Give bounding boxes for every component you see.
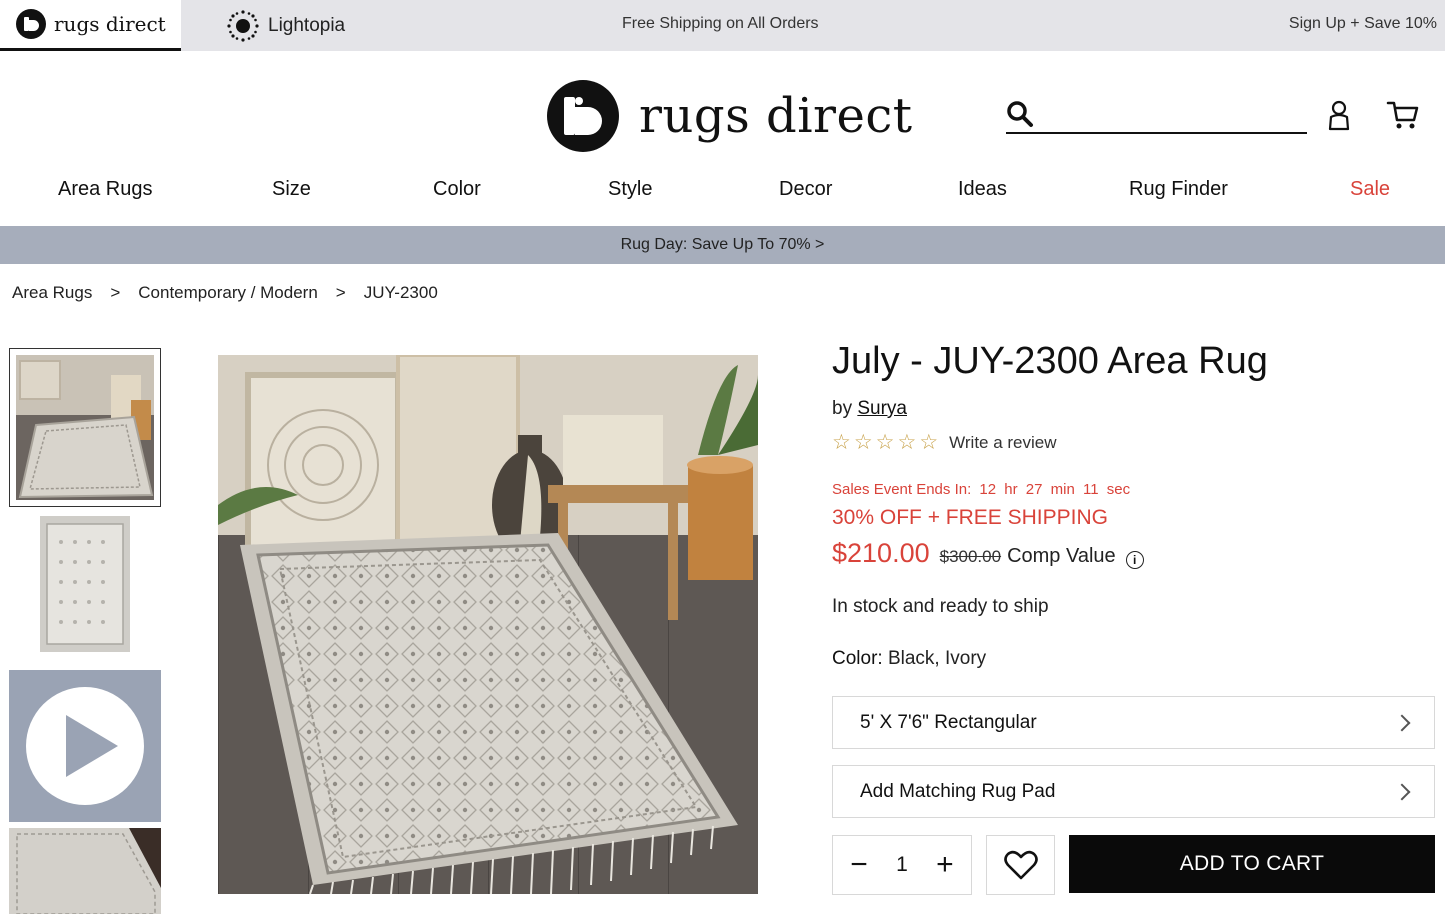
thumbnail-room-scene[interactable]: [9, 348, 161, 507]
offer-text: 30% OFF + FREE SHIPPING: [832, 506, 1108, 529]
product-title: July - JUY-2300 Area Rug: [832, 340, 1268, 382]
countdown-sec-label: sec: [1106, 481, 1131, 498]
tab-rugs-direct[interactable]: rugs direct: [0, 0, 181, 51]
countdown-min-label: min: [1050, 481, 1075, 498]
sale-price: $210.00: [832, 538, 930, 568]
thumbnail-rug-image: [9, 512, 161, 658]
search-input[interactable]: [1034, 98, 1307, 130]
star-empty-icon[interactable]: ☆: [876, 432, 895, 453]
account-button[interactable]: [1323, 96, 1355, 134]
comp-value-label: Comp Value: [1007, 545, 1116, 567]
color-value: Black, Ivory: [887, 648, 987, 669]
rug-pad-option-label: Add Matching Rug Pad: [860, 780, 1056, 802]
thumbnail-detail-image: [9, 828, 161, 914]
star-empty-icon[interactable]: ☆: [897, 432, 916, 453]
free-shipping-notice: Free Shipping on All Orders: [622, 15, 819, 32]
chevron-right-icon: [1393, 714, 1411, 731]
countdown-hours: 12: [979, 481, 997, 498]
thumbnail-video[interactable]: [9, 670, 161, 822]
countdown-minutes: 27: [1025, 481, 1043, 498]
star-empty-icon[interactable]: ☆: [919, 432, 938, 453]
sale-countdown: Sales Event Ends In: 12 hr 27 min 11 sec: [832, 481, 1130, 498]
tab-label: Lightopia: [268, 14, 346, 36]
breadcrumb-separator: >: [335, 283, 346, 302]
nav-sale[interactable]: Sale: [1350, 178, 1390, 201]
tab-lightopia[interactable]: Lightopia: [226, 0, 345, 51]
stock-status: In stock and ready to ship: [832, 596, 1049, 617]
user-icon: [1328, 100, 1350, 131]
cart-icon: [1386, 101, 1419, 129]
chevron-right-icon: [1393, 783, 1411, 800]
rugs-direct-logo-icon: [16, 9, 46, 39]
size-option-label: 5' X 7'6" Rectangular: [860, 711, 1037, 733]
breadcrumb: Area Rugs > Contemporary / Modern > JUY-…: [12, 283, 438, 303]
comp-price: $300.00: [939, 547, 1002, 566]
rug-pad-selector[interactable]: Add Matching Rug Pad: [832, 765, 1435, 818]
tab-label: rugs direct: [54, 12, 166, 36]
nav-rug-finder[interactable]: Rug Finder: [1129, 178, 1228, 201]
breadcrumb-separator: >: [110, 283, 121, 302]
cart-button[interactable]: [1385, 96, 1421, 134]
color-label: Color:: [832, 648, 883, 669]
brand-line: by Surya: [832, 398, 907, 420]
logo-text: rugs direct: [639, 88, 913, 144]
increase-quantity-button[interactable]: +: [930, 850, 960, 880]
nav-ideas[interactable]: Ideas: [958, 178, 1007, 201]
nav-size[interactable]: Size: [272, 178, 311, 201]
brand-link[interactable]: Surya: [857, 398, 907, 419]
breadcrumb-contemporary[interactable]: Contemporary / Modern: [138, 283, 318, 303]
sale-ends-label: Sales Event Ends In:: [832, 481, 972, 498]
price-row: $210.00 $300.00 Comp Value i: [832, 538, 1144, 569]
thumbnail-flat-rug[interactable]: [9, 512, 161, 658]
search-icon[interactable]: [1006, 100, 1034, 128]
star-empty-icon[interactable]: ☆: [854, 432, 873, 453]
main-product-image[interactable]: [218, 355, 758, 894]
add-to-cart-button[interactable]: ADD TO CART: [1069, 835, 1435, 893]
main-navigation: Area Rugs Size Color Style Decor Ideas R…: [0, 172, 1445, 212]
nav-style[interactable]: Style: [608, 178, 652, 201]
countdown-seconds: 11: [1083, 481, 1099, 498]
heart-icon: [1003, 850, 1038, 880]
site-logo[interactable]: rugs direct: [547, 80, 913, 152]
breadcrumb-current: JUY-2300: [363, 283, 438, 302]
promo-banner[interactable]: Rug Day: Save Up To 70% >: [0, 226, 1445, 264]
countdown-hr-label: hr: [1004, 481, 1018, 498]
nav-color[interactable]: Color: [433, 178, 481, 201]
signup-link[interactable]: Sign Up + Save 10%: [1289, 15, 1437, 33]
write-review-link[interactable]: Write a review: [949, 433, 1056, 453]
quantity-stepper: − 1 +: [832, 835, 972, 895]
quantity-value[interactable]: 1: [896, 853, 908, 877]
color-line: Color: Black, Ivory: [832, 648, 986, 670]
top-utility-bar: rugs direct Lightopia Free Shipping on A…: [0, 0, 1445, 51]
search-bar: [1006, 96, 1307, 134]
thumbnail-room-image: [16, 355, 154, 500]
breadcrumb-area-rugs[interactable]: Area Rugs: [12, 283, 92, 303]
rating-row: ☆ ☆ ☆ ☆ ☆ Write a review: [832, 432, 1057, 453]
wishlist-button[interactable]: [986, 835, 1055, 895]
nav-area-rugs[interactable]: Area Rugs: [58, 178, 153, 201]
decrease-quantity-button[interactable]: −: [844, 850, 874, 880]
size-selector[interactable]: 5' X 7'6" Rectangular: [832, 696, 1435, 749]
product-room-image: [218, 355, 758, 894]
nav-decor[interactable]: Decor: [779, 178, 832, 201]
by-label: by: [832, 398, 853, 419]
play-icon: [26, 687, 144, 805]
thumbnail-corner-detail[interactable]: [9, 828, 161, 914]
info-icon[interactable]: i: [1125, 551, 1144, 569]
star-empty-icon[interactable]: ☆: [832, 432, 851, 453]
logo-mark-icon: [547, 80, 619, 152]
lightopia-sun-icon: [227, 9, 259, 42]
